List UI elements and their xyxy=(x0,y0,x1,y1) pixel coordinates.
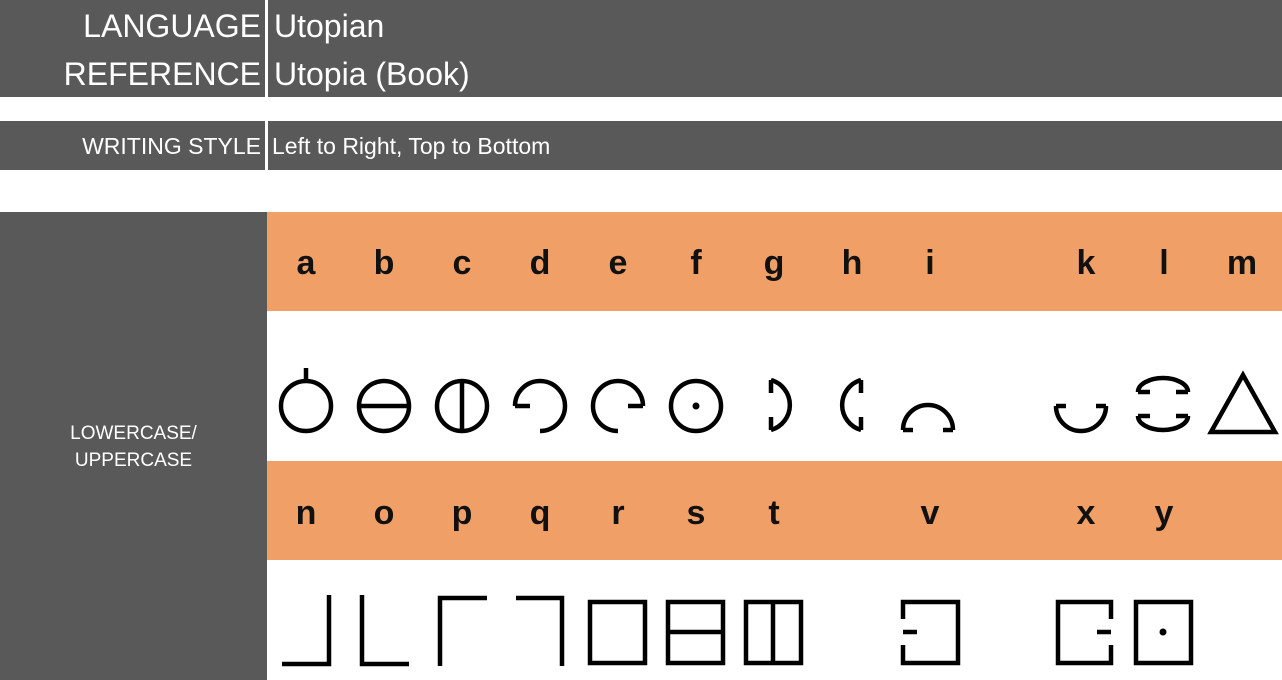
glyph-k-icon xyxy=(1053,403,1109,434)
letter-x: x xyxy=(1076,494,1096,532)
writing-style-label: WRITING STYLE xyxy=(82,133,261,159)
language-value: Utopian xyxy=(274,8,385,44)
language-label: LANGUAGE xyxy=(83,8,261,44)
letter-y: y xyxy=(1154,494,1174,532)
glyph-row-2 xyxy=(282,595,1194,667)
letter-s: s xyxy=(686,494,706,532)
letter-t: t xyxy=(768,494,780,532)
glyph-o-icon xyxy=(359,595,409,667)
writing-style-value: Left to Right, Top to Bottom xyxy=(272,133,551,159)
glyph-l-icon xyxy=(1135,375,1191,433)
glyph-h-icon xyxy=(839,377,864,433)
letter-i: i xyxy=(925,244,935,282)
glyph-c-icon xyxy=(434,378,490,434)
reference-value: Utopia (Book) xyxy=(274,56,470,92)
letter-a: a xyxy=(296,244,316,282)
reference-label: REFERENCE xyxy=(63,56,261,92)
letter-g: g xyxy=(763,244,785,282)
glyph-t-icon xyxy=(743,599,804,666)
letter-v: v xyxy=(920,494,940,532)
glyph-e-icon xyxy=(590,378,646,434)
alphabet-section-label-line1: LOWERCASE/ xyxy=(70,423,197,444)
letter-k: k xyxy=(1076,244,1096,282)
glyph-g-icon xyxy=(768,377,793,433)
letter-b: b xyxy=(373,244,395,282)
glyph-p-icon xyxy=(437,595,487,666)
letter-q: q xyxy=(529,494,551,532)
glyph-v-icon xyxy=(900,599,961,666)
glyph-n-icon xyxy=(282,595,332,667)
glyph-i-icon xyxy=(900,402,956,433)
glyph-a-icon xyxy=(278,368,334,434)
letter-n: n xyxy=(295,494,317,532)
glyph-q-icon xyxy=(516,595,565,666)
letter-e: e xyxy=(608,244,628,282)
glyph-x-icon xyxy=(1055,599,1114,666)
letter-p: p xyxy=(451,494,473,532)
glyph-b-icon xyxy=(356,378,412,434)
glyph-s-icon xyxy=(665,599,726,666)
glyph-d-icon xyxy=(512,378,568,434)
glyph-row-1 xyxy=(278,368,1279,435)
alphabet-section-label: LOWERCASE/ UPPERCASE xyxy=(0,420,267,474)
glyph-m-icon xyxy=(1207,370,1279,435)
letter-r: r xyxy=(611,494,625,532)
letter-h: h xyxy=(841,244,863,282)
glyph-r-icon xyxy=(587,599,648,666)
letter-l: l xyxy=(1159,244,1169,282)
glyph-f-icon xyxy=(668,378,724,434)
letter-c: c xyxy=(452,244,472,282)
letter-m: m xyxy=(1226,244,1258,282)
alphabet-section-label-line2: UPPERCASE xyxy=(74,450,193,471)
letter-f: f xyxy=(690,244,702,282)
glyph-y-icon xyxy=(1133,599,1194,666)
letter-d: d xyxy=(529,244,551,282)
letter-o: o xyxy=(373,494,395,532)
